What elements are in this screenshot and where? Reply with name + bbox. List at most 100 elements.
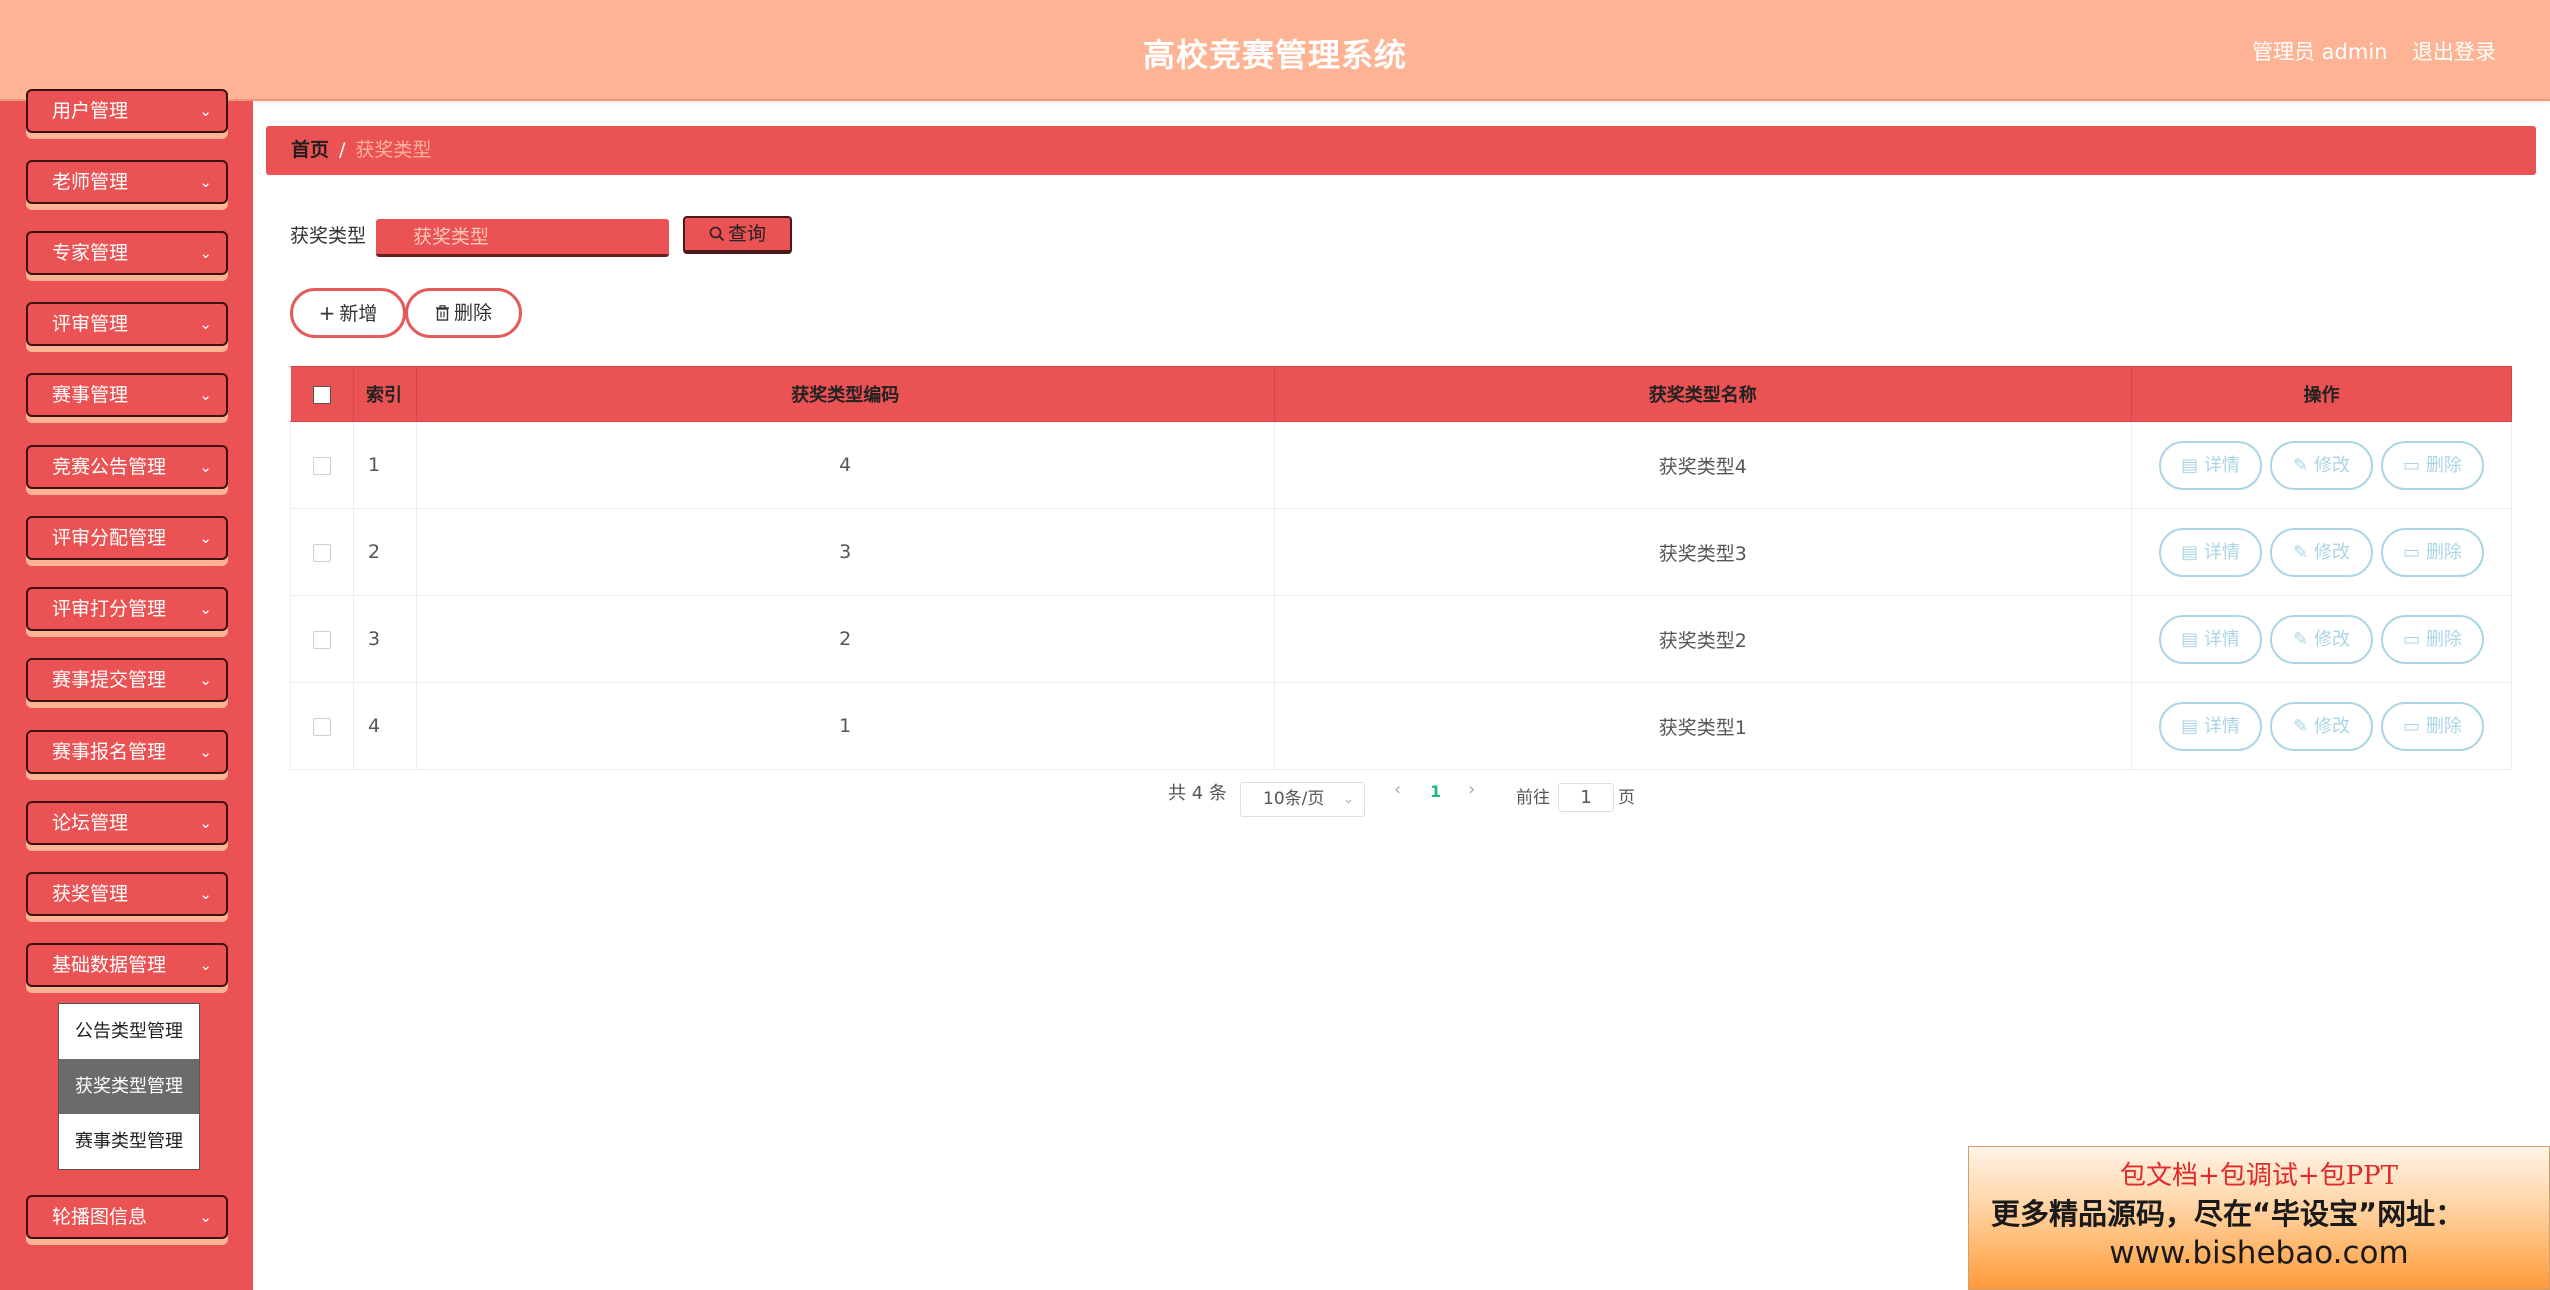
select-all-checkbox[interactable] (312, 385, 331, 404)
row-index: 4 (352, 682, 417, 770)
sidebar-item-label: 赛事报名管理 (52, 741, 167, 763)
table-header-row: 索引 获奖类型编码 获奖类型名称 操作 (290, 366, 2512, 422)
row-name: 获奖类型2 (1273, 595, 2133, 683)
trash-icon (435, 305, 449, 321)
pagination-total: 共 4 条 (1168, 783, 1227, 804)
table-row: 1 4 获奖类型4 ▤ 详情 ✎ 修改 ▭ 删除 (290, 421, 2512, 509)
edit-button[interactable]: ✎ 修改 (2270, 614, 2374, 664)
sidebar-item-review-score[interactable]: 评审打分管理 ⌄ (26, 587, 228, 631)
row-ops: ▤ 详情 ✎ 修改 ▭ 删除 (2131, 595, 2512, 683)
logout-link[interactable]: 退出登录 (2412, 36, 2496, 66)
chevron-down-icon: ⌄ (199, 956, 212, 974)
row-checkbox[interactable] (312, 543, 331, 562)
edit-button[interactable]: ✎ 修改 (2270, 440, 2374, 490)
chevron-down-icon: ⌄ (199, 814, 212, 832)
query-button[interactable]: 查询 (683, 216, 792, 254)
submenu-item-award-type[interactable]: 获奖类型管理 (59, 1059, 199, 1114)
edit-label: 修改 (2313, 715, 2350, 737)
row-index: 1 (352, 421, 417, 509)
plus-icon: + (318, 301, 336, 325)
delete-label: 删除 (2425, 454, 2462, 476)
sidebar-item-user[interactable]: 用户管理 ⌄ (26, 89, 228, 133)
row-code: 2 (415, 595, 1275, 683)
row-code: 4 (415, 421, 1275, 509)
header-name: 获奖类型名称 (1273, 366, 2133, 422)
pencil-icon: ✎ (2293, 454, 2314, 476)
chevron-down-icon: ⌄ (199, 1208, 212, 1226)
sidebar-item-signup[interactable]: 赛事报名管理 ⌄ (26, 730, 228, 774)
detail-label: 详情 (2203, 454, 2240, 476)
submenu-item-notice-type[interactable]: 公告类型管理 (59, 1004, 199, 1059)
chevron-down-icon: ⌄ (199, 600, 212, 618)
goto-page-input[interactable]: 1 (1558, 783, 1614, 812)
row-select-cell (290, 595, 354, 683)
batch-delete-button[interactable]: 删除 (405, 288, 522, 338)
pencil-icon: ✎ (2293, 715, 2314, 737)
chevron-down-icon: ⌄ (199, 743, 212, 761)
prev-page-icon[interactable]: ‹ (1394, 779, 1401, 800)
breadcrumb-home[interactable]: 首页 (291, 139, 329, 161)
detail-button[interactable]: ▤ 详情 (2159, 440, 2263, 490)
search-input[interactable] (376, 219, 669, 257)
row-name: 获奖类型1 (1273, 682, 2133, 770)
sidebar-item-notice[interactable]: 竞赛公告管理 ⌄ (26, 445, 228, 489)
sidebar: 用户管理 ⌄ 老师管理 ⌄ 专家管理 ⌄ 评审管理 ⌄ 赛事管理 ⌄ 竞赛公告管理 ⌄ 评审… (0, 89, 253, 1290)
delete-button[interactable]: ▭ 删除 (2381, 701, 2485, 751)
sidebar-item-label: 用户管理 (52, 100, 129, 122)
sidebar-item-award[interactable]: 获奖管理 ⌄ (26, 872, 228, 916)
delete-label: 删除 (2425, 628, 2462, 650)
row-checkbox[interactable] (312, 456, 331, 475)
sidebar-item-forum[interactable]: 论坛管理 ⌄ (26, 801, 228, 845)
sidebar-item-submission[interactable]: 赛事提交管理 ⌄ (26, 658, 228, 702)
sidebar-item-review-assign[interactable]: 评审分配管理 ⌄ (26, 516, 228, 560)
header-ops: 操作 (2131, 366, 2512, 422)
detail-button[interactable]: ▤ 详情 (2159, 701, 2263, 751)
award-type-table: 索引 获奖类型编码 获奖类型名称 操作 1 4 获奖类型4 ▤ 详情 ✎ 修改 ▭ … (290, 366, 2512, 770)
page-number-current[interactable]: 1 (1430, 782, 1441, 801)
sidebar-item-label: 赛事提交管理 (52, 669, 167, 691)
search-icon (709, 226, 725, 242)
breadcrumb: 首页 / 获奖类型 (266, 126, 2536, 175)
sidebar-item-event[interactable]: 赛事管理 ⌄ (26, 373, 228, 417)
next-page-icon[interactable]: › (1468, 779, 1475, 800)
add-button-label: 新增 (339, 303, 378, 325)
current-user: 管理员 admin (2252, 40, 2388, 64)
row-checkbox[interactable] (312, 630, 331, 649)
sidebar-item-basic-data[interactable]: 基础数据管理 ⌄ (26, 943, 228, 987)
sidebar-item-label: 专家管理 (52, 242, 129, 264)
detail-label: 详情 (2203, 715, 2240, 737)
sidebar-item-carousel[interactable]: 轮播图信息 ⌄ (26, 1195, 228, 1239)
sidebar-item-teacher[interactable]: 老师管理 ⌄ (26, 160, 228, 204)
edit-button[interactable]: ✎ 修改 (2270, 701, 2374, 751)
delete-button[interactable]: ▭ 删除 (2381, 527, 2485, 577)
trash-icon: ▭ (2403, 454, 2426, 476)
page-size-value: 10条/页 (1263, 789, 1325, 809)
breadcrumb-separator: / (339, 139, 346, 161)
document-icon: ▤ (2181, 628, 2204, 650)
sidebar-item-label: 轮播图信息 (52, 1206, 148, 1228)
submenu-item-event-type[interactable]: 赛事类型管理 (59, 1114, 199, 1169)
page-size-select[interactable]: 10条/页 ⌄ (1240, 782, 1365, 817)
row-checkbox[interactable] (312, 717, 331, 736)
edit-button[interactable]: ✎ 修改 (2270, 527, 2374, 577)
chevron-down-icon: ⌄ (199, 386, 212, 404)
sidebar-item-expert[interactable]: 专家管理 ⌄ (26, 231, 228, 275)
sidebar-item-label: 论坛管理 (52, 812, 129, 834)
detail-label: 详情 (2203, 541, 2240, 563)
detail-button[interactable]: ▤ 详情 (2159, 527, 2263, 577)
document-icon: ▤ (2181, 541, 2204, 563)
detail-button[interactable]: ▤ 详情 (2159, 614, 2263, 664)
chevron-down-icon: ⌄ (199, 173, 212, 191)
sidebar-item-review[interactable]: 评审管理 ⌄ (26, 302, 228, 346)
trash-icon: ▭ (2403, 628, 2426, 650)
search-label: 获奖类型 (290, 225, 367, 247)
row-select-cell (290, 682, 354, 770)
chevron-down-icon: ⌄ (1343, 792, 1354, 807)
add-button[interactable]: + 新增 (290, 288, 406, 338)
row-code: 3 (415, 508, 1275, 596)
delete-label: 删除 (2425, 541, 2462, 563)
delete-button[interactable]: ▭ 删除 (2381, 440, 2485, 490)
delete-button[interactable]: ▭ 删除 (2381, 614, 2485, 664)
chevron-down-icon: ⌄ (199, 315, 212, 333)
sidebar-item-label: 评审分配管理 (52, 527, 167, 549)
